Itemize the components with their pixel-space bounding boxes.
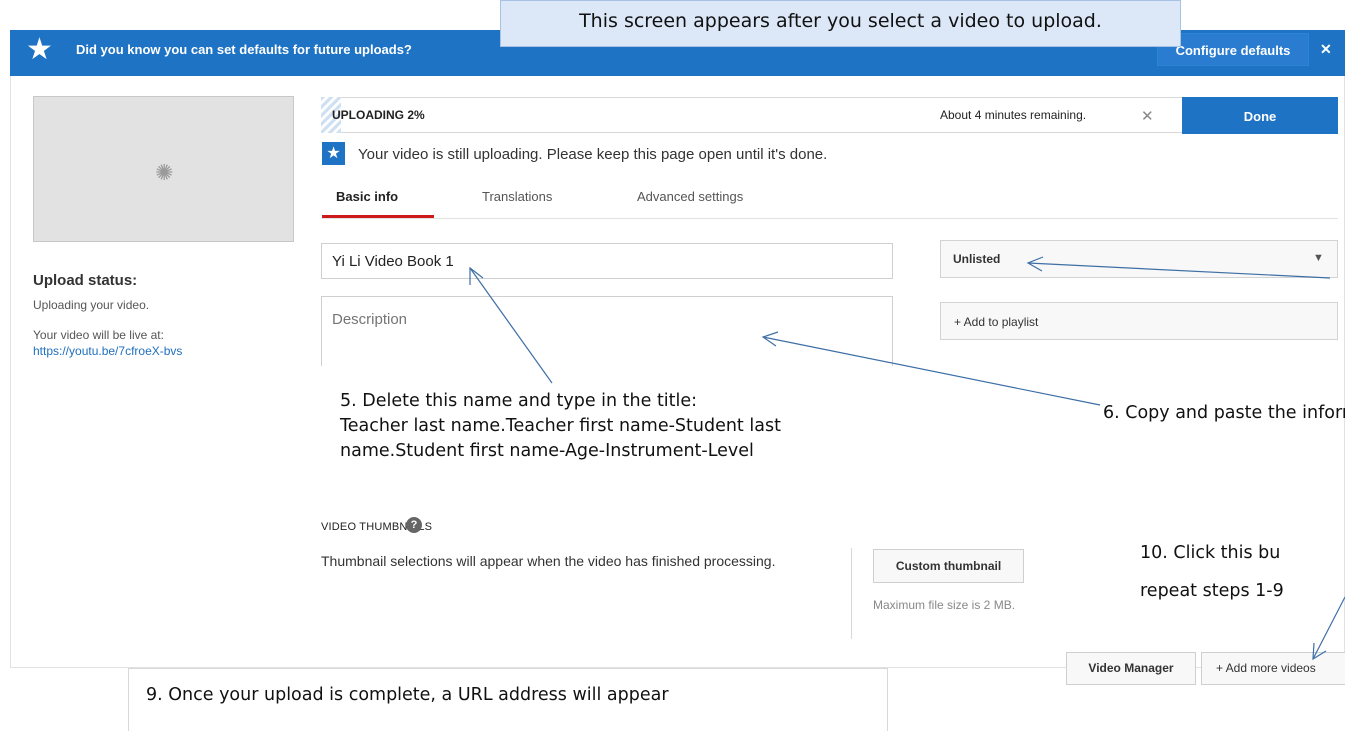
thumbnail-notice: Thumbnail selections will appear when th… bbox=[321, 553, 776, 569]
upload-status-heading: Upload status: bbox=[33, 272, 138, 289]
note-step-9-line-1: 9. Once your upload is complete, a URL a… bbox=[146, 685, 669, 705]
help-icon[interactable]: ? bbox=[406, 517, 422, 533]
video-manager-button[interactable]: Video Manager bbox=[1066, 652, 1196, 685]
banner-text: Did you know you can set defaults for fu… bbox=[76, 42, 412, 57]
note-step-5-line-1: 5. Delete this name and type in the titl… bbox=[340, 391, 698, 411]
star-icon: ★ bbox=[26, 33, 53, 66]
video-url-link[interactable]: https://youtu.be/7cfroeX-bvs bbox=[33, 344, 182, 358]
description-input[interactable] bbox=[321, 296, 893, 366]
max-file-size-text: Maximum file size is 2 MB. bbox=[873, 598, 1016, 612]
add-to-playlist-button[interactable]: + Add to playlist bbox=[940, 302, 1338, 340]
note-step-10-line-1: 10. Click this bu bbox=[1140, 543, 1281, 563]
upload-status-text: Uploading your video. bbox=[33, 298, 150, 312]
instruction-callout: This screen appears after you select a v… bbox=[500, 0, 1181, 47]
chevron-down-icon: ▼ bbox=[1313, 252, 1324, 264]
privacy-select-value: Unlisted bbox=[953, 252, 1001, 266]
done-button[interactable]: Done bbox=[1182, 97, 1338, 134]
tab-advanced-settings[interactable]: Advanced settings bbox=[637, 189, 743, 204]
title-input[interactable] bbox=[321, 243, 893, 279]
tab-translations[interactable]: Translations bbox=[482, 189, 552, 204]
loading-spinner-icon: ✺ bbox=[155, 160, 174, 185]
section-divider bbox=[851, 548, 852, 639]
live-at-label: Your video will be live at: bbox=[33, 328, 164, 342]
cancel-upload-icon[interactable]: ✕ bbox=[1141, 107, 1154, 125]
close-icon[interactable]: ✕ bbox=[1320, 41, 1332, 58]
time-remaining: About 4 minutes remaining. bbox=[940, 108, 1087, 122]
upload-progress-label: UPLOADING 2% bbox=[332, 108, 425, 122]
note-step-5-line-3: name.Student first name-Age-Instrument-L… bbox=[340, 441, 754, 461]
note-step-6: 6. Copy and paste the inform bbox=[1103, 403, 1345, 423]
note-step-10-line-2: repeat steps 1-9 bbox=[1140, 581, 1284, 601]
custom-thumbnail-button[interactable]: Custom thumbnail bbox=[873, 549, 1024, 583]
uploading-notice: Your video is still uploading. Please ke… bbox=[358, 146, 828, 163]
info-star-icon: ★ bbox=[322, 142, 345, 165]
add-more-videos-button[interactable]: + Add more videos bbox=[1201, 652, 1345, 685]
tab-basic-info[interactable]: Basic info bbox=[336, 189, 398, 204]
tab-divider bbox=[322, 218, 1338, 219]
note-step-5-line-2: Teacher last name.Teacher first name-Stu… bbox=[340, 416, 781, 436]
